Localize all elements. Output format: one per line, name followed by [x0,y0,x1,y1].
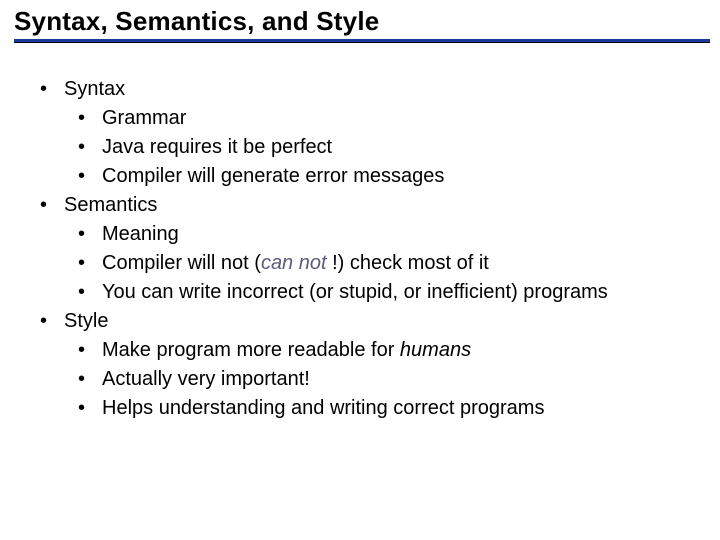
item-label: Meaning [102,223,179,245]
list-item: Grammar [74,104,684,133]
item-label: Grammar [102,107,186,129]
list-item: Helps understanding and writing correct … [74,394,684,423]
sublist: Make program more readable for humans Ac… [64,336,684,423]
list-item: Java requires it be perfect [74,133,684,162]
item-label: Compiler will generate error messages [102,165,444,187]
item-label-emph: can not [261,252,332,274]
list-item: Semantics Meaning Compiler will not (can… [36,191,684,307]
title-underline [14,39,710,43]
sublist: Meaning Compiler will not (can not !) ch… [64,220,684,307]
item-label: Syntax [64,78,125,100]
list-item: Actually very important! [74,365,684,394]
list-item: Style Make program more readable for hum… [36,307,684,423]
item-label: Java requires it be perfect [102,136,332,158]
slide-title: Syntax, Semantics, and Style [14,6,710,37]
title-block: Syntax, Semantics, and Style [0,0,720,47]
item-label-prefix: Make program more readable for [102,339,400,361]
slide: Syntax, Semantics, and Style Syntax Gram… [0,0,720,540]
slide-body: Syntax Grammar Java requires it be perfe… [0,47,720,423]
item-label: You can write incorrect (or stupid, or i… [102,281,608,303]
list-item: Compiler will not (can not !) check most… [74,249,684,278]
item-label-emph: humans [400,339,471,361]
item-label-suffix: !) check most of it [332,252,489,274]
list-item: Syntax Grammar Java requires it be perfe… [36,75,684,191]
item-label: Actually very important! [102,368,310,390]
list-item: Meaning [74,220,684,249]
bullet-list: Syntax Grammar Java requires it be perfe… [36,75,684,423]
item-label: Semantics [64,194,157,216]
list-item: You can write incorrect (or stupid, or i… [74,278,684,307]
item-label: Style [64,310,108,332]
sublist: Grammar Java requires it be perfect Comp… [64,104,684,191]
item-label-prefix: Compiler will not ( [102,252,261,274]
item-label: Helps understanding and writing correct … [102,397,544,419]
list-item: Make program more readable for humans [74,336,684,365]
list-item: Compiler will generate error messages [74,162,684,191]
